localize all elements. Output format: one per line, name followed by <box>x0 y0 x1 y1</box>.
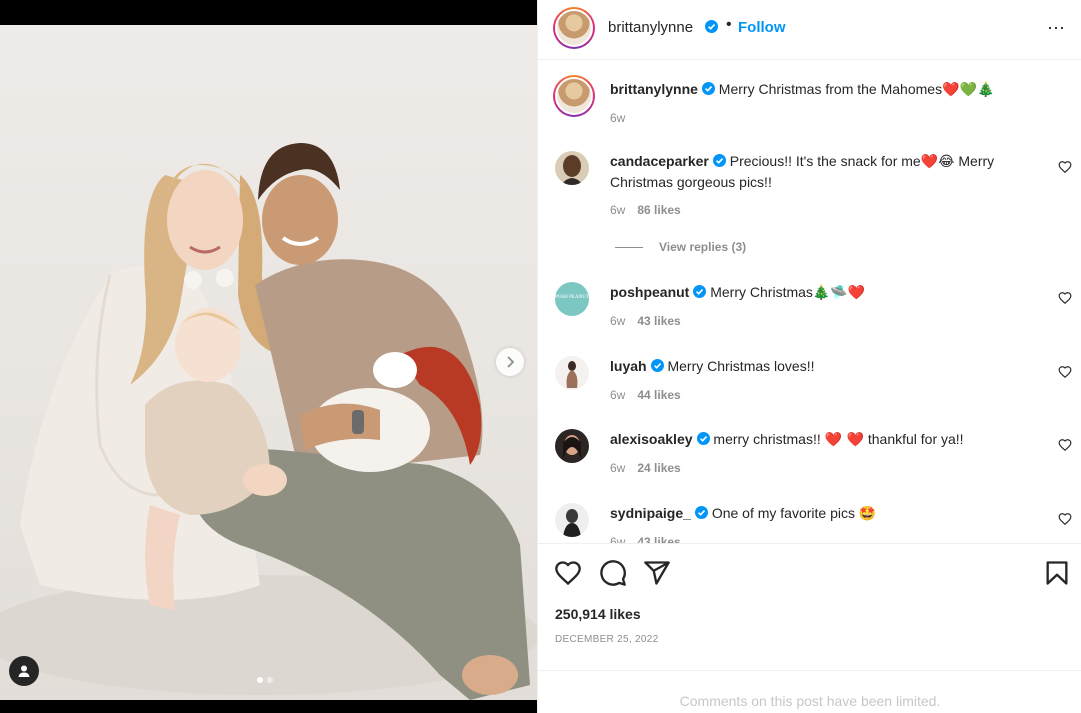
verified-icon <box>694 506 708 519</box>
verified-icon <box>696 432 710 445</box>
comment-age[interactable]: 6w <box>610 203 625 217</box>
comment-meta: 6w 43 likes <box>610 535 693 543</box>
comment-text: candaceparker Precious!! It's the snack … <box>610 151 1040 192</box>
carousel-dot-active <box>257 677 263 683</box>
comment-avatar[interactable] <box>555 356 589 390</box>
comment-text: poshpeanut Merry Christmas🎄🛸❤️ <box>610 282 1040 303</box>
comment-avatar[interactable]: POSH PEANUT <box>555 282 589 316</box>
comment-age[interactable]: 6w <box>610 314 625 328</box>
comment-meta: 6w 24 likes <box>610 461 693 475</box>
comment-body: Precious!! It's the snack for me <box>729 153 921 169</box>
caption-age[interactable]: 6w <box>610 111 625 125</box>
comment-emojis: 🤩 <box>858 506 877 522</box>
comment-meta: 6w 43 likes <box>610 314 693 328</box>
comment-body-continued: thankful for ya!! <box>863 431 964 447</box>
comment-likes[interactable]: 86 likes <box>637 203 680 217</box>
verified-icon <box>701 82 715 95</box>
caption-body: Merry Christmas from the Mahomes <box>718 81 943 97</box>
caption-meta: 6w <box>610 111 637 125</box>
comment-like-heart-icon[interactable] <box>1058 291 1072 305</box>
comment-like-heart-icon[interactable] <box>1058 160 1072 174</box>
comment-avatar[interactable] <box>555 151 589 185</box>
verified-icon <box>650 359 664 372</box>
verified-icon <box>712 154 726 167</box>
comment-emojis: ❤️ ❤️ <box>824 432 864 448</box>
comment-icon[interactable] <box>599 559 627 587</box>
view-replies-label[interactable]: View replies (3) <box>659 240 746 254</box>
comment-age[interactable]: 6w <box>610 388 625 402</box>
comment-body: merry christmas!! <box>713 431 825 447</box>
author-avatar[interactable] <box>553 7 595 49</box>
comment-body: One of my favorite pics <box>711 505 859 521</box>
next-photo-button[interactable] <box>496 348 524 376</box>
comment-username[interactable]: candaceparker <box>610 153 709 169</box>
comment-username[interactable]: poshpeanut <box>610 284 689 300</box>
comment-text: luyah Merry Christmas loves!! <box>610 356 1040 376</box>
comments-list[interactable]: brittanylynne Merry Christmas from the M… <box>538 61 1081 543</box>
likes-count[interactable]: 250,914 likes <box>555 606 641 622</box>
carousel-indicator <box>257 677 273 683</box>
comment-likes[interactable]: 44 likes <box>637 388 680 402</box>
bookmark-icon[interactable] <box>1043 559 1071 587</box>
comment-likes[interactable]: 43 likes <box>637 535 680 543</box>
media-panel <box>0 0 537 713</box>
post-header: brittanylynne • Follow ⋯ <box>538 0 1081 60</box>
comment-like-heart-icon[interactable] <box>1058 512 1072 526</box>
heart-icon[interactable] <box>554 559 582 587</box>
comment-username[interactable]: alexisoakley <box>610 431 693 447</box>
posh-peanut-logo: POSH PEANUT <box>555 295 589 300</box>
caption-text: brittanylynne Merry Christmas from the M… <box>610 79 1040 100</box>
caption-username[interactable]: brittanylynne <box>610 81 698 97</box>
author-username[interactable]: brittanylynne <box>608 19 693 36</box>
carousel-dot <box>267 677 273 683</box>
verified-icon <box>705 20 718 33</box>
follow-button[interactable]: Follow <box>738 19 786 36</box>
family-photo-illustration <box>0 143 537 700</box>
comment-text: sydnipaige_ One of my favorite pics 🤩 <box>610 503 1040 524</box>
comment-like-heart-icon[interactable] <box>1058 438 1072 452</box>
more-options-icon[interactable]: ⋯ <box>1047 18 1066 39</box>
post-photo[interactable] <box>0 25 537 700</box>
post-date[interactable]: DECEMBER 25, 2022 <box>555 634 658 645</box>
comment-emojis: 🎄🛸❤️ <box>812 285 866 301</box>
comment-meta: 6w 44 likes <box>610 388 693 402</box>
tagged-users-button[interactable] <box>9 656 39 686</box>
user-tag-icon <box>18 665 30 677</box>
chevron-right-icon <box>507 356 515 368</box>
post-actions: 250,914 likes DECEMBER 25, 2022 <box>538 543 1081 670</box>
comments-limited-notice: Comments on this post have been limited. <box>538 670 1081 713</box>
instagram-post-view: brittanylynne • Follow ⋯ brittanylynne M… <box>0 0 1081 713</box>
comment-avatar[interactable] <box>555 429 589 463</box>
comment-age[interactable]: 6w <box>610 461 625 475</box>
comment-meta: 6w 86 likes <box>610 203 693 217</box>
comment-body: Merry Christmas loves!! <box>667 358 815 374</box>
caption-emojis: ❤️💚🎄 <box>942 82 995 98</box>
comment-avatar[interactable] <box>555 503 589 537</box>
comment-body: Merry Christmas <box>710 284 813 300</box>
separator-bullet: • <box>726 16 732 33</box>
post-sidebar: brittanylynne • Follow ⋯ brittanylynne M… <box>537 0 1081 713</box>
comment-likes[interactable]: 43 likes <box>637 314 680 328</box>
caption-author-avatar[interactable] <box>553 75 595 117</box>
comment-age[interactable]: 6w <box>610 535 625 543</box>
comment-text: alexisoakley merry christmas!! ❤️ ❤️ tha… <box>610 429 1040 450</box>
share-icon[interactable] <box>643 559 671 587</box>
comment-likes[interactable]: 24 likes <box>637 461 680 475</box>
comment-like-heart-icon[interactable] <box>1058 365 1072 379</box>
view-replies-button[interactable]: View replies (3) <box>615 240 746 254</box>
replies-divider-line <box>615 246 643 248</box>
comment-username[interactable]: luyah <box>610 358 647 374</box>
comment-emojis: ❤️😂 <box>920 154 955 170</box>
verified-icon <box>693 285 707 298</box>
comment-username[interactable]: sydnipaige_ <box>610 505 691 521</box>
